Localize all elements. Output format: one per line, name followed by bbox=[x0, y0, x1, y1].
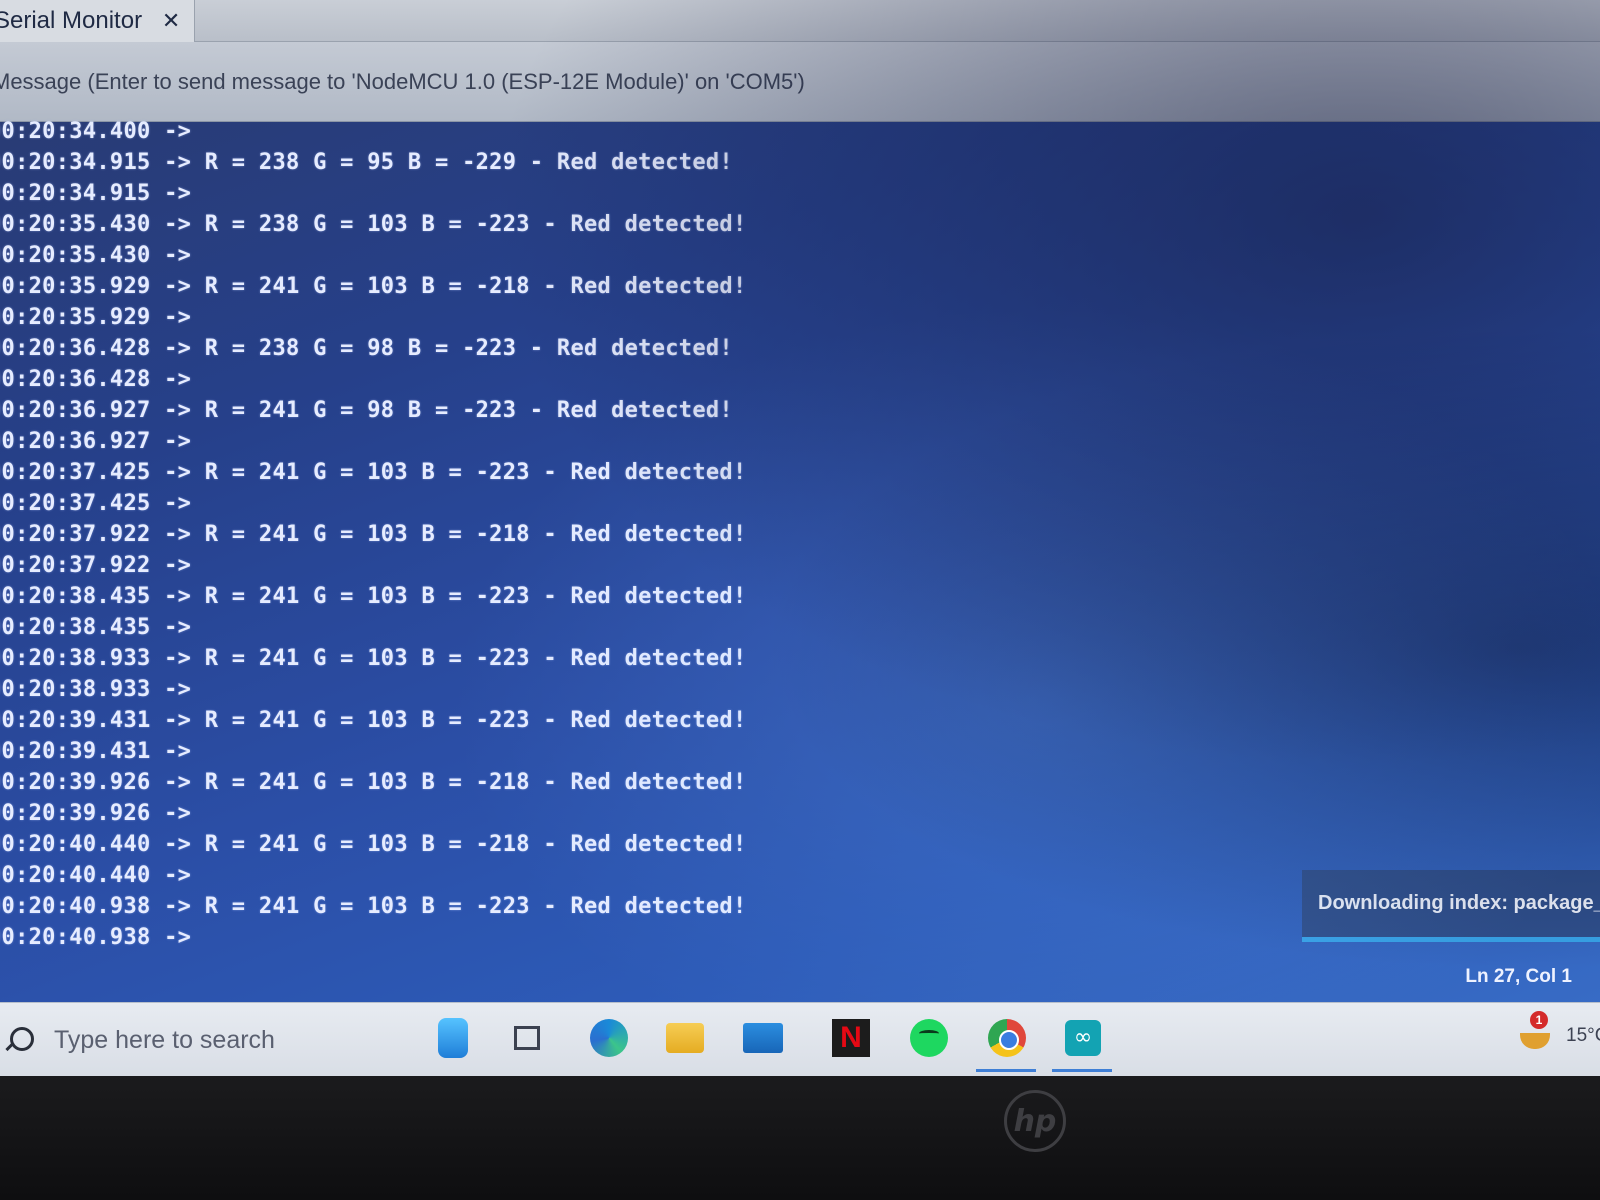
output-line: 00:20:39.431 -> bbox=[0, 739, 192, 764]
arduino-active-indicator bbox=[1052, 1069, 1112, 1072]
output-line: 00:20:34.915 -> R = 238 G = 95 B = -229 … bbox=[0, 150, 733, 175]
download-notification[interactable]: Downloading index: package_esp bbox=[1302, 870, 1600, 942]
output-line: 00:20:37.922 -> bbox=[0, 553, 192, 578]
chrome-active-indicator bbox=[976, 1069, 1036, 1072]
mail-icon[interactable] bbox=[742, 1017, 784, 1059]
output-line: 00:20:34.915 -> bbox=[0, 181, 192, 206]
temperature[interactable]: 15°C bbox=[1566, 1025, 1600, 1047]
tab-bar: Serial Monitor ✕ bbox=[0, 0, 1600, 42]
output-line: 00:20:34.400 -> bbox=[0, 119, 192, 144]
output-line: 00:20:38.435 -> bbox=[0, 615, 192, 640]
output-line: 00:20:37.922 -> R = 241 G = 103 B = -218… bbox=[0, 522, 747, 547]
copilot-icon[interactable] bbox=[432, 1017, 474, 1059]
search-input[interactable] bbox=[54, 1020, 354, 1060]
output-line: 00:20:36.927 -> bbox=[0, 429, 192, 454]
serial-output[interactable]: 00:20:34.400 -> 00:20:34.915 -> R = 238 … bbox=[0, 114, 1268, 970]
tab-title: Serial Monitor bbox=[0, 6, 143, 34]
output-line: 00:20:36.428 -> bbox=[0, 367, 192, 392]
output-line: 00:20:37.425 -> bbox=[0, 491, 192, 516]
output-line: 00:20:39.926 -> R = 241 G = 103 B = -218… bbox=[0, 770, 747, 795]
output-line: 00:20:40.938 -> bbox=[0, 925, 192, 950]
tab-serial-monitor[interactable]: Serial Monitor ✕ bbox=[0, 0, 196, 42]
task-view-icon[interactable] bbox=[506, 1017, 548, 1059]
output-line: 00:20:38.933 -> bbox=[0, 677, 192, 702]
notification-badge: 1 bbox=[1530, 1011, 1548, 1029]
monitor-bezel bbox=[0, 1076, 1600, 1200]
output-line: 00:20:35.430 -> R = 238 G = 103 B = -223… bbox=[0, 212, 747, 237]
output-line: 00:20:36.927 -> R = 241 G = 98 B = -223 … bbox=[0, 398, 733, 423]
output-line: 00:20:39.431 -> R = 241 G = 103 B = -223… bbox=[0, 708, 747, 733]
taskbar-search[interactable] bbox=[0, 1009, 380, 1071]
output-line: 00:20:35.430 -> bbox=[0, 243, 192, 268]
file-explorer-icon[interactable] bbox=[664, 1017, 706, 1059]
output-line: 00:20:35.929 -> bbox=[0, 305, 192, 330]
search-icon bbox=[4, 1025, 34, 1055]
netflix-icon[interactable]: N bbox=[830, 1017, 872, 1059]
output-line: 00:20:38.933 -> R = 241 G = 103 B = -223… bbox=[0, 646, 747, 671]
notification-text: Downloading index: package_esp bbox=[1318, 892, 1600, 914]
output-line: 00:20:39.926 -> bbox=[0, 801, 192, 826]
spotify-icon[interactable] bbox=[908, 1017, 950, 1059]
output-line: 00:20:40.938 -> R = 241 G = 103 B = -223… bbox=[0, 894, 747, 919]
message-bar bbox=[0, 42, 1600, 122]
output-line: 00:20:40.440 -> bbox=[0, 863, 192, 888]
output-line: 00:20:37.425 -> R = 241 G = 103 B = -223… bbox=[0, 460, 747, 485]
close-icon[interactable]: ✕ bbox=[160, 8, 182, 33]
output-line: 00:20:38.435 -> R = 241 G = 103 B = -223… bbox=[0, 584, 747, 609]
taskbar: N ∞ 1 15°C bbox=[0, 1002, 1600, 1076]
arduino-icon[interactable]: ∞ bbox=[1062, 1017, 1104, 1059]
chrome-icon[interactable] bbox=[986, 1017, 1028, 1059]
output-line: 00:20:35.929 -> R = 241 G = 103 B = -218… bbox=[0, 274, 747, 299]
monitor-screen: Serial Monitor ✕ 00:20:34.400 -> 00:20:3… bbox=[0, 0, 1600, 1080]
message-input[interactable] bbox=[0, 61, 1392, 102]
output-line: 00:20:36.428 -> R = 238 G = 98 B = -223 … bbox=[0, 336, 733, 361]
hp-logo: hp bbox=[1004, 1090, 1066, 1152]
output-line: 00:20:40.440 -> R = 241 G = 103 B = -218… bbox=[0, 832, 747, 857]
edge-icon[interactable] bbox=[588, 1017, 630, 1059]
cursor-position: Ln 27, Col 1 bbox=[1465, 966, 1572, 987]
